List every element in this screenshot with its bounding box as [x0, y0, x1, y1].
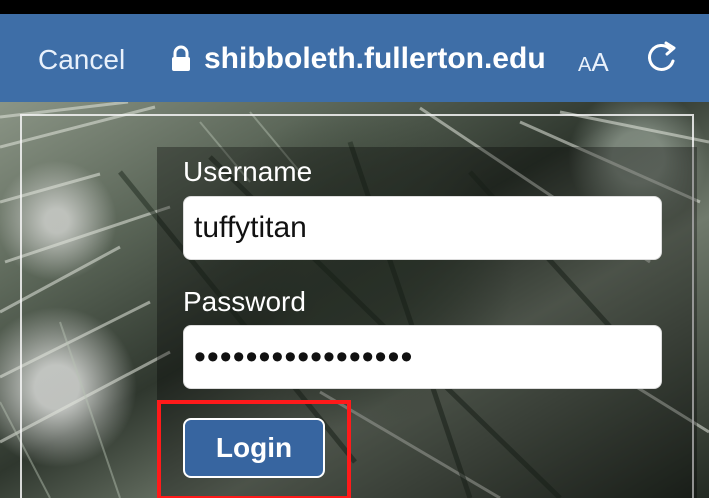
text-size-button[interactable]: AA: [578, 47, 609, 78]
reload-icon[interactable]: [645, 40, 679, 76]
lock-icon: [172, 45, 190, 71]
password-field[interactable]: •••••••••••••••••: [183, 325, 662, 389]
browser-toolbar: Cancel shibboleth.fullerton.edu AA: [0, 14, 709, 102]
screenshot-frame: Cancel shibboleth.fullerton.edu AA Usern…: [0, 0, 709, 498]
cancel-button[interactable]: Cancel: [38, 44, 125, 76]
username-field[interactable]: tuffytitan: [183, 196, 662, 260]
login-button[interactable]: Login: [183, 418, 325, 478]
text-size-small-label: A: [578, 54, 592, 76]
login-page-background: Username tuffytitan Password •••••••••••…: [0, 102, 709, 498]
url-text: shibboleth.fullerton.edu: [204, 42, 546, 75]
address-bar[interactable]: shibboleth.fullerton.edu: [170, 42, 546, 76]
password-label: Password: [183, 286, 306, 317]
text-size-large-label: A: [591, 47, 609, 77]
username-label: Username: [183, 156, 313, 187]
